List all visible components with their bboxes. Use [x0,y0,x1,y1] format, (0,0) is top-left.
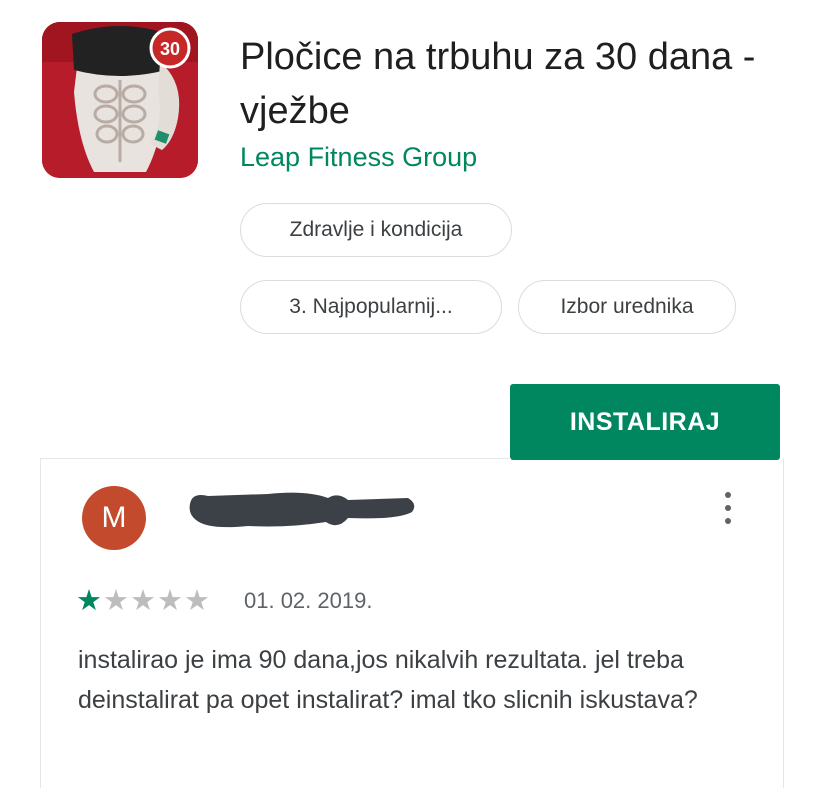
developer-link[interactable]: Leap Fitness Group [240,142,477,173]
more-options-icon[interactable] [716,488,740,528]
app-icon: 30 [42,22,198,178]
redacted-reviewer-name [189,492,415,528]
star-empty-icon: ★ [184,585,210,617]
abs-fitness-app-icon: 30 [42,22,198,178]
install-button[interactable]: INSTALIRAJ [510,384,780,460]
ranking-chip[interactable]: 3. Najpopularnij... [240,280,502,334]
avatar: M [82,486,146,550]
review-text: instalirao je ima 90 dana,jos nikalvih r… [78,646,698,714]
app-title: Pločice na trbuhu za 30 dana - vježbe [240,36,756,132]
star-filled-icon: ★ [76,585,102,617]
star-empty-icon: ★ [103,585,129,617]
editors-choice-chip[interactable]: Izbor urednika [518,280,736,334]
review-date: 01. 02. 2019. [244,588,373,613]
category-chip[interactable]: Zdravlje i kondicija [240,203,512,257]
star-empty-icon: ★ [157,585,183,617]
app-icon-badge: 30 [160,39,180,59]
star-rating: ★ ★ ★ ★ ★ [76,586,211,616]
star-empty-icon: ★ [130,585,156,617]
